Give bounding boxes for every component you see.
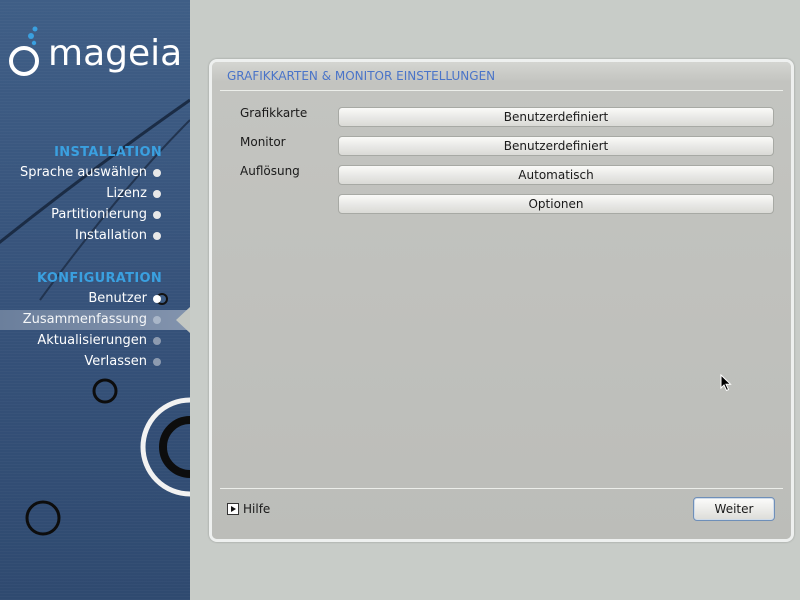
sidebar-item-label: Sprache auswählen — [20, 165, 147, 180]
next-button[interactable]: Weiter — [693, 497, 775, 521]
section-title-configuration: KONFIGURATION — [37, 271, 162, 286]
step-done-icon — [153, 169, 161, 177]
sidebar-item-label: Benutzer — [88, 291, 147, 306]
sidebar-item-installation: Installation — [0, 226, 190, 246]
play-icon — [227, 503, 239, 515]
sidebar-item-label: Zusammenfassung — [22, 312, 147, 327]
sidebar: mageia INSTALLATION Sprache auswählen Li… — [0, 0, 190, 600]
sidebar-item-summary: Zusammenfassung — [0, 310, 190, 330]
sidebar-item-label: Aktualisierungen — [37, 333, 147, 348]
sidebar-item-label: Partitionierung — [51, 207, 147, 222]
mouse-cursor-icon — [720, 374, 732, 392]
cauldron-icon — [9, 26, 39, 76]
panel-background — [212, 62, 791, 539]
sidebar-item-users: Benutzer — [0, 289, 190, 309]
section-title-installation: INSTALLATION — [54, 145, 162, 160]
label-resolution: Auflösung — [240, 164, 300, 178]
options-button[interactable]: Optionen — [338, 194, 774, 214]
step-done-icon — [153, 190, 161, 198]
sidebar-item-license: Lizenz — [0, 184, 190, 204]
graphics-card-button[interactable]: Benutzerdefiniert — [338, 107, 774, 127]
page-title: GRAFIKKARTEN & MONITOR EINSTELLUNGEN — [227, 69, 496, 83]
sidebar-item-label: Lizenz — [106, 186, 147, 201]
logo-text: mageia — [48, 33, 183, 74]
sidebar-item-partitioning: Partitionierung — [0, 205, 190, 225]
step-done-icon — [153, 232, 161, 240]
footer-divider — [220, 488, 783, 489]
step-pending-icon — [153, 337, 161, 345]
sidebar-item-label: Verlassen — [84, 354, 147, 369]
help-button[interactable]: Hilfe — [227, 501, 270, 517]
sidebar-item-exit: Verlassen — [0, 352, 190, 372]
help-label: Hilfe — [243, 502, 271, 516]
active-step-arrow-icon — [176, 307, 190, 333]
sidebar-item-language: Sprache auswählen — [0, 163, 190, 183]
label-monitor: Monitor — [240, 135, 286, 149]
step-pending-icon — [153, 358, 161, 366]
settings-panel: GRAFIKKARTEN & MONITOR EINSTELLUNGEN Gra… — [209, 59, 794, 542]
sidebar-item-updates: Aktualisierungen — [0, 331, 190, 351]
step-done-icon — [153, 211, 161, 219]
label-graphics-card: Grafikkarte — [240, 106, 308, 120]
title-divider — [220, 90, 783, 91]
monitor-button[interactable]: Benutzerdefiniert — [338, 136, 774, 156]
sidebar-item-label: Installation — [74, 228, 147, 243]
step-current-icon — [153, 316, 161, 324]
resolution-button[interactable]: Automatisch — [338, 165, 774, 185]
step-done-icon — [153, 295, 161, 303]
